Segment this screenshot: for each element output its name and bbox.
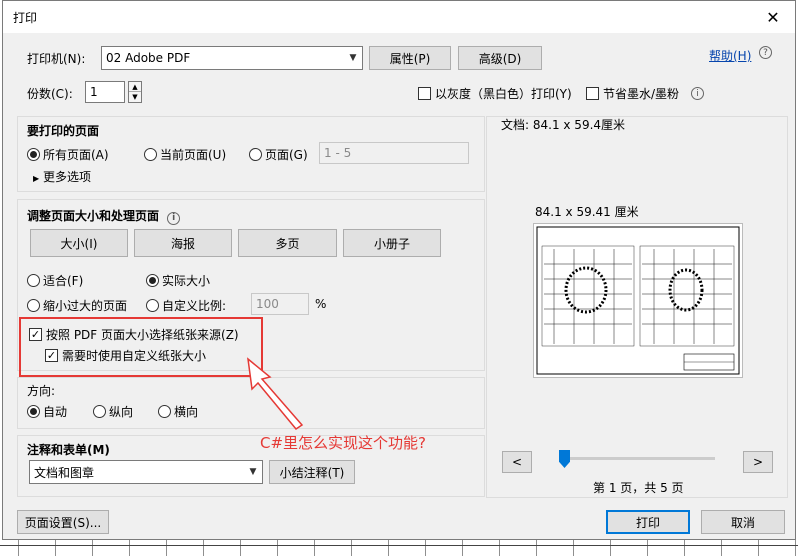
radio-actual-size[interactable]: 实际大小 bbox=[146, 272, 210, 289]
prev-page-button[interactable]: < bbox=[502, 451, 532, 473]
radio-dot bbox=[93, 405, 106, 418]
checkbox-box bbox=[418, 87, 431, 100]
radio-page-range[interactable]: 页面(G) bbox=[249, 146, 308, 163]
cancel-button[interactable]: 取消 bbox=[701, 510, 785, 534]
preview-size-label: 84.1 x 59.41 厘米 bbox=[535, 205, 639, 219]
advanced-button[interactable]: 高级(D) bbox=[458, 46, 542, 70]
annotation-arrow-icon bbox=[247, 357, 304, 430]
page-slider-track[interactable] bbox=[559, 457, 715, 460]
checkbox-box bbox=[586, 87, 599, 100]
page-info: 第 1 页，共 5 页 bbox=[593, 481, 684, 495]
shrink-label: 缩小过大的页面 bbox=[43, 299, 128, 313]
grayscale-label: 以灰度（黑白色）打印(Y) bbox=[435, 87, 572, 101]
save-ink-label: 节省墨水/墨粉 bbox=[603, 87, 680, 101]
chevron-down-icon: ▼ bbox=[349, 53, 357, 63]
triangle-right-icon: ▶ bbox=[33, 174, 40, 183]
stepper-up-icon[interactable]: ▲ bbox=[129, 82, 141, 92]
actual-size-label: 实际大小 bbox=[162, 274, 211, 288]
auto-label: 自动 bbox=[43, 405, 68, 419]
radio-auto[interactable]: 自动 bbox=[27, 403, 67, 420]
copies-label: 份数(C): bbox=[27, 87, 73, 101]
close-icon[interactable]: ✕ bbox=[751, 1, 795, 33]
annotation-highlight-box bbox=[19, 317, 263, 377]
tab-multiple[interactable]: 多页 bbox=[238, 229, 337, 257]
current-page-label: 当前页面(U) bbox=[160, 148, 227, 162]
window-title: 打印 bbox=[13, 10, 38, 25]
summarize-comments-button[interactable]: 小结注释(T) bbox=[269, 460, 355, 484]
orientation-title: 方向: bbox=[27, 384, 56, 398]
document-size-label: 文档: 84.1 x 59.4厘米 bbox=[501, 118, 626, 132]
printer-label: 打印机(N): bbox=[27, 52, 86, 66]
custom-scale-input[interactable]: 100 bbox=[251, 293, 309, 315]
printer-select[interactable]: 02 Adobe PDF ▼ bbox=[101, 46, 363, 70]
radio-shrink[interactable]: 缩小过大的页面 bbox=[27, 297, 127, 314]
landscape-label: 横向 bbox=[174, 405, 199, 419]
printer-value: 02 Adobe PDF bbox=[106, 51, 191, 65]
radio-dot bbox=[249, 148, 262, 161]
radio-dot bbox=[146, 274, 159, 287]
radio-current-page[interactable]: 当前页面(U) bbox=[144, 146, 226, 163]
radio-dot bbox=[27, 405, 40, 418]
comments-value: 文档和图章 bbox=[34, 465, 95, 480]
stepper-down-icon[interactable]: ▼ bbox=[129, 92, 141, 102]
more-options-label: 更多选项 bbox=[42, 170, 91, 184]
tab-poster[interactable]: 海报 bbox=[134, 229, 232, 257]
grayscale-checkbox[interactable]: 以灰度（黑白色）打印(Y) bbox=[418, 85, 572, 102]
comments-title: 注释和表单(M) bbox=[27, 443, 110, 457]
next-page-button[interactable]: > bbox=[743, 451, 773, 473]
radio-dot bbox=[158, 405, 171, 418]
print-dialog: 打印 ✕ 打印机(N): 02 Adobe PDF ▼ 属性(P) 高级(D) … bbox=[2, 0, 796, 540]
help-link[interactable]: 帮助(H) bbox=[709, 47, 751, 64]
info-icon: i bbox=[167, 211, 181, 225]
pages-section-title: 要打印的页面 bbox=[27, 124, 100, 138]
blueprint-thumbnail bbox=[536, 226, 740, 375]
page-preview bbox=[533, 223, 743, 378]
radio-dot bbox=[144, 148, 157, 161]
annotation-question: C#里怎么实现这个功能? bbox=[260, 434, 427, 452]
more-options-toggle[interactable]: ▶ 更多选项 bbox=[33, 168, 91, 185]
radio-dot bbox=[27, 274, 40, 287]
custom-scale-label: 自定义比例: bbox=[162, 299, 227, 313]
properties-button[interactable]: 属性(P) bbox=[369, 46, 451, 70]
page-range-label: 页面(G) bbox=[265, 148, 308, 162]
radio-dot bbox=[146, 299, 159, 312]
fit-label: 适合(F) bbox=[43, 274, 84, 288]
tab-booklet[interactable]: 小册子 bbox=[343, 229, 441, 257]
sizing-title-text: 调整页面大小和处理页面 bbox=[27, 209, 160, 223]
save-ink-checkbox[interactable]: 节省墨水/墨粉 i bbox=[586, 85, 705, 102]
radio-dot bbox=[27, 299, 40, 312]
radio-custom-scale[interactable]: 自定义比例: bbox=[146, 297, 226, 314]
sizing-section-title: 调整页面大小和处理页面 i bbox=[27, 207, 181, 225]
title-bar: 打印 ✕ bbox=[3, 1, 795, 33]
chevron-down-icon: ▼ bbox=[249, 467, 257, 477]
page-range-input[interactable]: 1 - 5 bbox=[319, 142, 469, 164]
portrait-label: 纵向 bbox=[109, 405, 134, 419]
radio-dot bbox=[27, 148, 40, 161]
copies-stepper[interactable]: ▲ ▼ bbox=[128, 81, 142, 103]
radio-fit[interactable]: 适合(F) bbox=[27, 272, 83, 289]
help-icon[interactable]: ? bbox=[759, 46, 772, 59]
percent-label: % bbox=[315, 297, 327, 311]
radio-landscape[interactable]: 横向 bbox=[158, 403, 198, 420]
background-document-rule bbox=[0, 545, 798, 546]
comments-select[interactable]: 文档和图章 ▼ bbox=[29, 460, 263, 484]
radio-portrait[interactable]: 纵向 bbox=[93, 403, 133, 420]
tab-size[interactable]: 大小(I) bbox=[30, 229, 128, 257]
copies-input[interactable]: 1 bbox=[85, 81, 125, 103]
all-pages-label: 所有页面(A) bbox=[43, 148, 109, 162]
radio-all-pages[interactable]: 所有页面(A) bbox=[27, 146, 109, 163]
info-icon: i bbox=[691, 87, 705, 100]
page-setup-button[interactable]: 页面设置(S)... bbox=[17, 510, 109, 534]
print-button[interactable]: 打印 bbox=[606, 510, 690, 534]
